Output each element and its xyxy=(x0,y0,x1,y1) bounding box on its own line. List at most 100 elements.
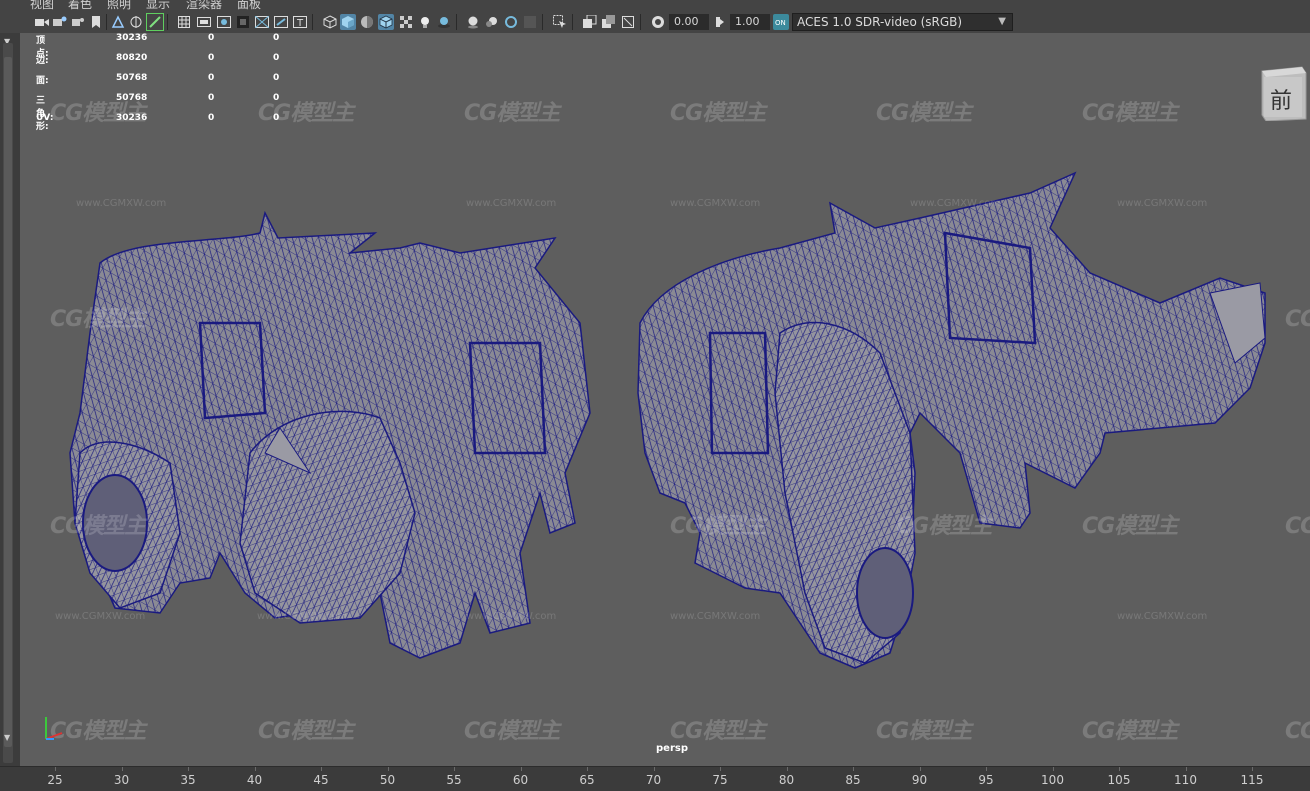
timeline-tick-label: 95 xyxy=(978,773,994,787)
image-plane-icon[interactable] xyxy=(88,14,104,30)
watermark-url: www.CGMXW.com xyxy=(670,198,761,209)
hud-value: 0 xyxy=(273,113,280,123)
grid-icon[interactable] xyxy=(176,14,192,30)
scene-canvas[interactable] xyxy=(20,33,1310,766)
gamma-icon[interactable] xyxy=(712,14,728,30)
grease-pencil-icon[interactable] xyxy=(128,14,144,30)
lighting-icon[interactable] xyxy=(417,14,433,30)
watermark: CG模型主 xyxy=(1285,719,1310,744)
rhino-model-right[interactable] xyxy=(637,171,1266,669)
timeline-tick-label: 30 xyxy=(113,773,130,787)
timeline-tick-label: 80 xyxy=(778,773,795,787)
watermark: CG模型主 xyxy=(50,307,146,332)
gate-mask-icon[interactable] xyxy=(235,14,251,30)
timeline-tick-mark xyxy=(919,767,921,771)
timeline-tick-mark xyxy=(720,767,721,771)
menu-view[interactable]: 视图 xyxy=(30,0,54,10)
menu-shading[interactable]: 着色 xyxy=(68,0,92,10)
watermark: CG模型主 xyxy=(670,719,766,744)
xray-joints-icon[interactable] xyxy=(601,14,617,30)
default-material-icon[interactable] xyxy=(359,14,375,30)
xray-icon[interactable] xyxy=(582,14,598,30)
watermark: CG模型主 xyxy=(50,514,146,539)
safe-action-icon[interactable] xyxy=(273,14,289,30)
timeline-tick-label: 85 xyxy=(845,773,861,787)
watermark: CG模型主 xyxy=(1082,514,1178,539)
hud-label: 面: xyxy=(36,76,49,86)
hud-value: 0 xyxy=(273,33,280,43)
watermark: CG模型主 xyxy=(258,719,354,744)
timeline-tick-mark xyxy=(587,767,588,771)
view-cube[interactable]: 前 xyxy=(1258,65,1308,122)
watermark: CG模型主 xyxy=(876,101,972,126)
exposure-icon[interactable] xyxy=(650,14,666,30)
timeline-tick-label: 55 xyxy=(446,773,462,787)
timeline-tick-label: 25 xyxy=(47,773,63,787)
grease-pencil-active-icon[interactable] xyxy=(146,13,164,31)
menu-show[interactable]: 显示 xyxy=(146,0,170,10)
menu-bar: 视图 着色 照明 显示 渲染器 面板 xyxy=(0,0,1310,10)
camera-attributes-icon[interactable] xyxy=(52,14,68,30)
rhino-model-left[interactable] xyxy=(69,210,591,659)
menu-renderer[interactable]: 渲染器 xyxy=(186,0,222,10)
view-cube-face-label[interactable]: 前 xyxy=(1270,83,1292,115)
menu-panels[interactable]: 面板 xyxy=(237,0,261,10)
film-gate-icon[interactable] xyxy=(196,14,212,30)
anti-aliasing-icon[interactable] xyxy=(503,14,519,30)
shaded-wireframe-icon[interactable] xyxy=(378,14,394,30)
timeline-tick-label: 115 xyxy=(1240,773,1264,787)
safe-title-icon[interactable]: T xyxy=(292,14,308,30)
resolution-gate-icon[interactable] xyxy=(216,14,232,30)
color-space-dropdown[interactable]: ACES 1.0 SDR-video (sRGB) ▼ xyxy=(792,13,1013,31)
3d-viewport[interactable]: CG模型主 CG模型主 CG模型主 CG模型主 CG模型主 CG模型主 www.… xyxy=(20,33,1310,766)
timeline-tick-label: 50 xyxy=(379,773,396,787)
timeline-tick-label: 105 xyxy=(1107,773,1131,787)
timeline-tick-label: 100 xyxy=(1041,773,1064,787)
timeline-tick-label: 40 xyxy=(246,773,263,787)
smooth-shade-icon[interactable] xyxy=(340,14,356,30)
timeline-tick-label: 90 xyxy=(911,773,928,787)
hud-value: 80820 xyxy=(116,53,148,63)
isolate-select-icon[interactable] xyxy=(552,14,568,30)
scrollbar-thumb[interactable] xyxy=(4,57,12,747)
timeline-tick-mark xyxy=(986,767,987,771)
watermark: CG模型主 xyxy=(670,514,766,539)
timeline-tick-label: 45 xyxy=(313,773,329,787)
watermark-url: www.CGMXW.com xyxy=(1117,611,1208,622)
timeline-tick-mark xyxy=(520,767,522,771)
gamma-field[interactable]: 1.00 xyxy=(730,14,770,30)
screen-space-ao-icon[interactable] xyxy=(465,14,481,30)
textured-icon[interactable] xyxy=(398,14,414,30)
timeline-tick-label: 65 xyxy=(579,773,595,787)
left-panel-strip: ▼ ▼ xyxy=(0,33,20,766)
timeline-tick-mark xyxy=(55,767,56,771)
watermark-url: www.CGMXW.com xyxy=(1117,198,1208,209)
watermark-url: www.CGMXW.com xyxy=(76,198,167,209)
bookmark-icon[interactable] xyxy=(70,14,86,30)
2d-pan-icon[interactable] xyxy=(110,14,126,30)
timeline-tick-mark xyxy=(786,767,788,771)
viewport-toolbar: T 0.00 1.00 ON ACES 1.0 SDR-video (sRGB)… xyxy=(22,11,1310,33)
camera-name-label: persp xyxy=(656,743,688,754)
wireframe-icon[interactable] xyxy=(322,14,338,30)
field-chart-icon[interactable] xyxy=(254,14,270,30)
camera-icon[interactable] xyxy=(34,14,50,30)
time-slider[interactable]: 25 30 35 40 45 50 55 60 65 70 75 80 85 90 95 100 105 110 1… xyxy=(0,766,1310,791)
shadows-icon[interactable] xyxy=(436,14,452,30)
left-scrollbar[interactable] xyxy=(3,43,13,763)
timeline-tick-label: 75 xyxy=(712,773,728,787)
menu-lighting[interactable]: 照明 xyxy=(107,0,131,10)
watermark: CG模型主 xyxy=(1082,101,1178,126)
watermark-url: www.CGMXW.com xyxy=(257,611,348,622)
watermark: CG模型主 xyxy=(876,719,972,744)
chevron-down-icon[interactable]: ▼ xyxy=(4,733,10,742)
watermark: CG模型主 xyxy=(896,514,992,539)
timeline-tick-mark xyxy=(1185,767,1187,771)
timeline-tick-mark xyxy=(1052,767,1054,771)
color-management-icon[interactable]: ON xyxy=(773,14,789,30)
depth-of-field-icon[interactable] xyxy=(522,14,538,30)
xray-components-icon[interactable] xyxy=(620,14,636,30)
axis-gizmo xyxy=(45,717,63,740)
motion-blur-icon[interactable] xyxy=(484,14,500,30)
exposure-field[interactable]: 0.00 xyxy=(669,14,709,30)
